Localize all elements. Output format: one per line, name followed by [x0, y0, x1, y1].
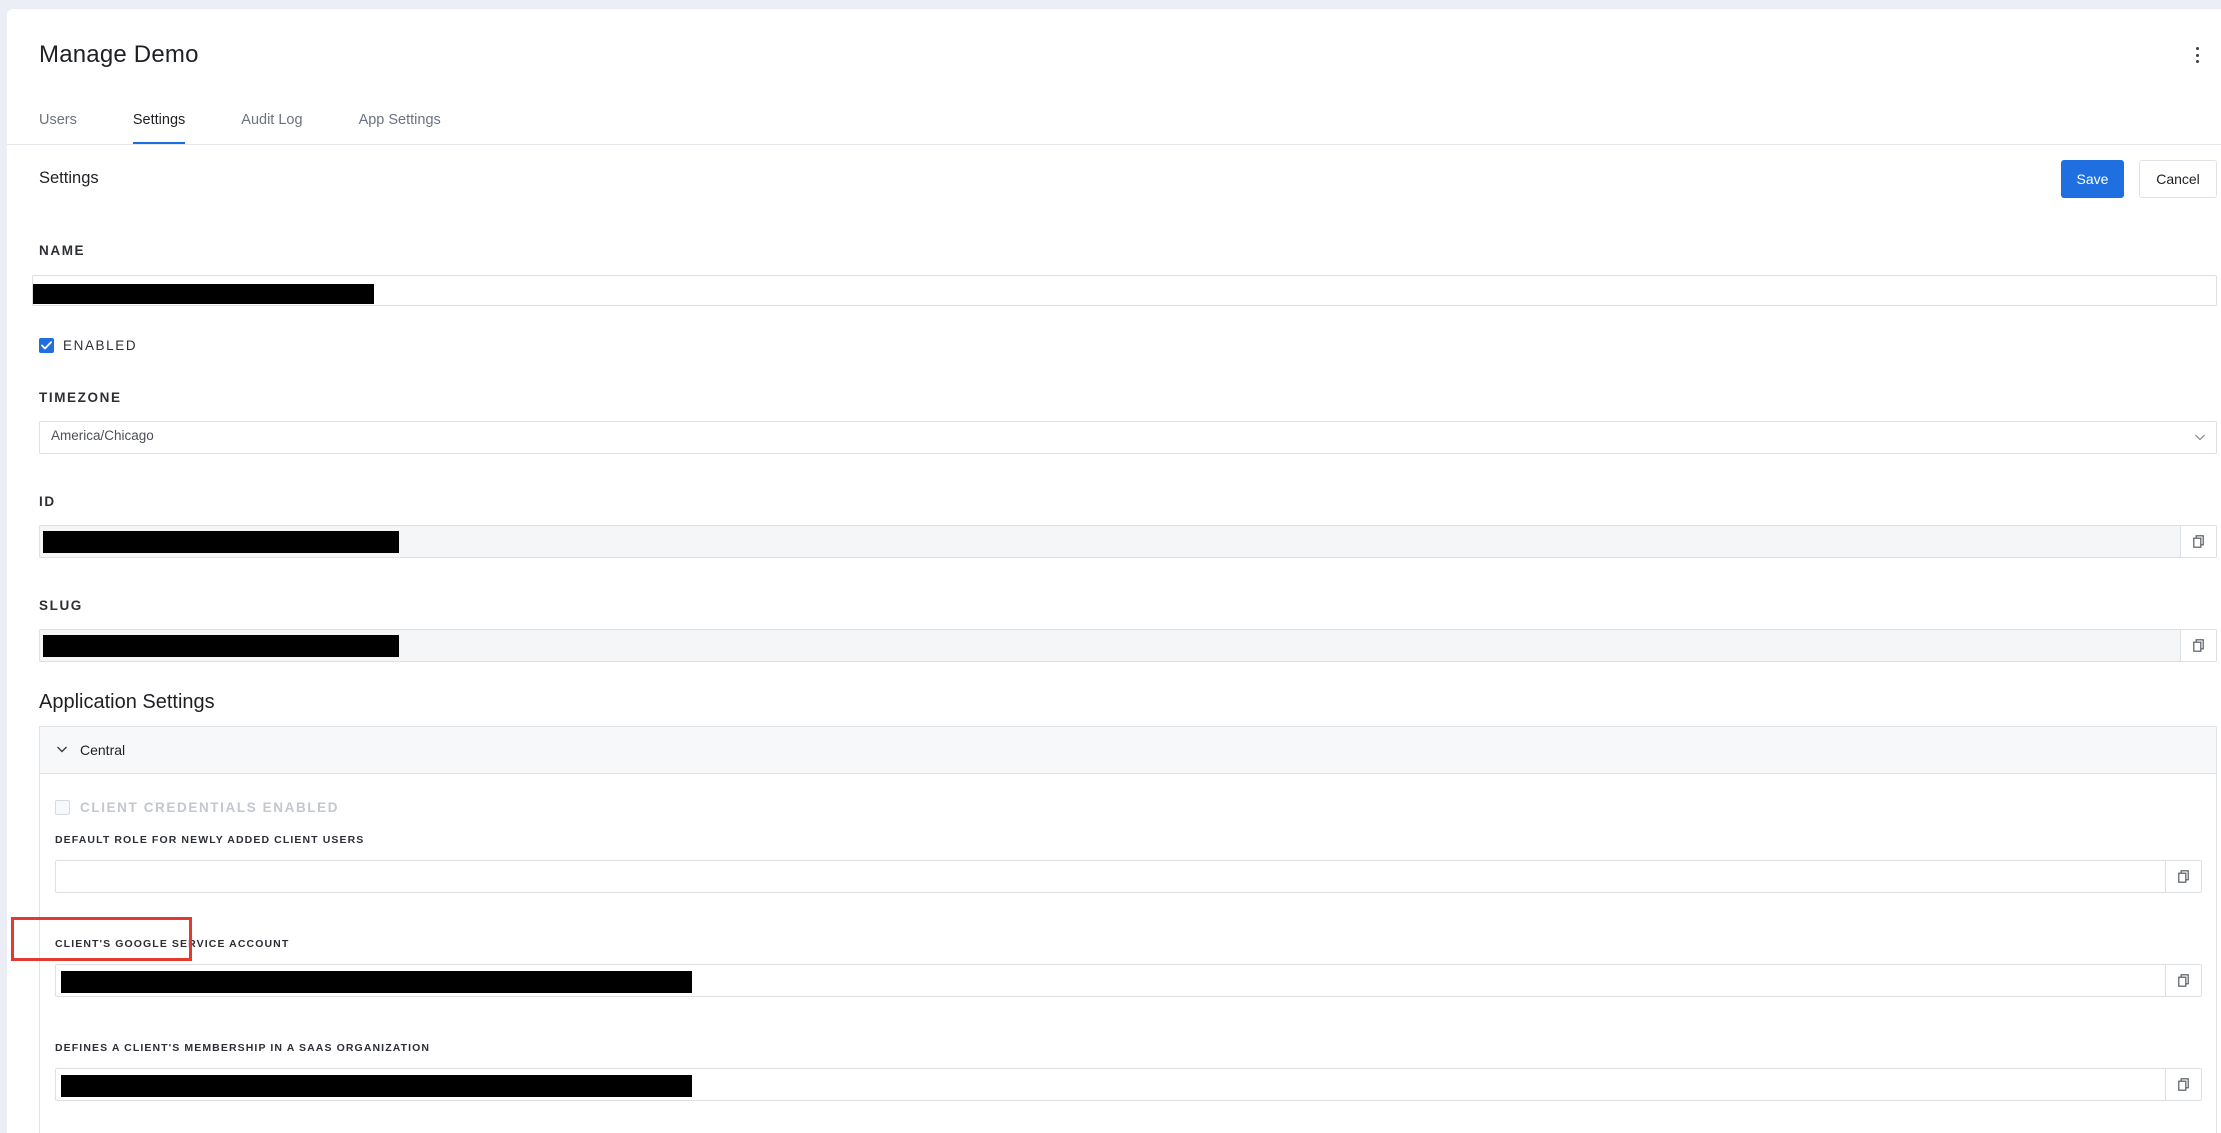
copy-icon — [2193, 639, 2204, 652]
tab-users[interactable]: Users — [39, 101, 77, 144]
central-settings-panel: Central CLIENT CREDENTIALS ENABLED DEFAU… — [39, 726, 2217, 1133]
timezone-value: America/Chicago — [51, 428, 154, 443]
manage-card: Manage Demo Users Settings Audit Log App… — [7, 9, 2221, 1133]
copy-slug-button[interactable] — [2180, 630, 2216, 661]
timezone-select[interactable]: America/Chicago — [39, 421, 2217, 454]
saas-membership-field[interactable] — [55, 1068, 2202, 1101]
default-role-label: DEFAULT ROLE FOR NEWLY ADDED CLIENT USER… — [55, 834, 365, 846]
checkmark-icon — [41, 341, 52, 350]
chevron-down-icon — [57, 746, 67, 753]
timezone-label: TIMEZONE — [39, 390, 122, 405]
id-field[interactable] — [39, 525, 2217, 558]
copy-saas-membership-button[interactable] — [2165, 1069, 2201, 1100]
copy-id-button[interactable] — [2180, 526, 2216, 557]
kebab-vertical-icon[interactable] — [2190, 43, 2204, 67]
slug-label: SLUG — [39, 598, 83, 613]
copy-icon — [2178, 1078, 2189, 1091]
enabled-label: ENABLED — [63, 338, 138, 353]
saas-membership-label: DEFINES A CLIENT'S MEMBERSHIP IN A SAAS … — [55, 1042, 431, 1054]
redacted-service-account-value — [61, 971, 692, 993]
chevron-down-icon — [2195, 434, 2205, 441]
page-title: Manage Demo — [39, 41, 199, 68]
redacted-name-value — [33, 284, 374, 304]
name-input[interactable] — [32, 275, 2217, 306]
copy-default-role-button[interactable] — [2165, 861, 2201, 892]
tab-app-settings[interactable]: App Settings — [359, 101, 441, 144]
copy-icon — [2178, 974, 2189, 987]
redacted-slug-value — [43, 635, 399, 657]
google-service-account-field[interactable] — [55, 964, 2202, 997]
highlight-box — [11, 917, 192, 961]
enabled-checkbox[interactable] — [39, 338, 54, 353]
tab-settings[interactable]: Settings — [132, 101, 186, 144]
name-label: NAME — [39, 243, 86, 258]
cancel-button[interactable]: Cancel — [2139, 160, 2217, 198]
id-label: ID — [39, 494, 56, 509]
tab-bar: Users Settings Audit Log App Settings — [39, 101, 497, 145]
central-panel-name: Central — [80, 742, 126, 758]
copy-service-account-button[interactable] — [2165, 965, 2201, 996]
client-credentials-checkbox — [55, 800, 70, 815]
copy-icon — [2178, 870, 2189, 883]
tab-audit-log[interactable]: Audit Log — [241, 101, 302, 144]
redacted-saas-membership-value — [61, 1075, 692, 1097]
redacted-id-value — [43, 531, 399, 553]
save-button[interactable]: Save — [2061, 160, 2124, 198]
client-credentials-label: CLIENT CREDENTIALS ENABLED — [80, 800, 340, 815]
settings-section-title: Settings — [39, 169, 99, 187]
slug-field[interactable] — [39, 629, 2217, 662]
default-role-field[interactable] — [55, 860, 2202, 893]
copy-icon — [2193, 535, 2204, 548]
central-panel-header[interactable]: Central — [40, 727, 2216, 774]
tab-divider — [7, 144, 2221, 145]
application-settings-title: Application Settings — [39, 691, 215, 713]
